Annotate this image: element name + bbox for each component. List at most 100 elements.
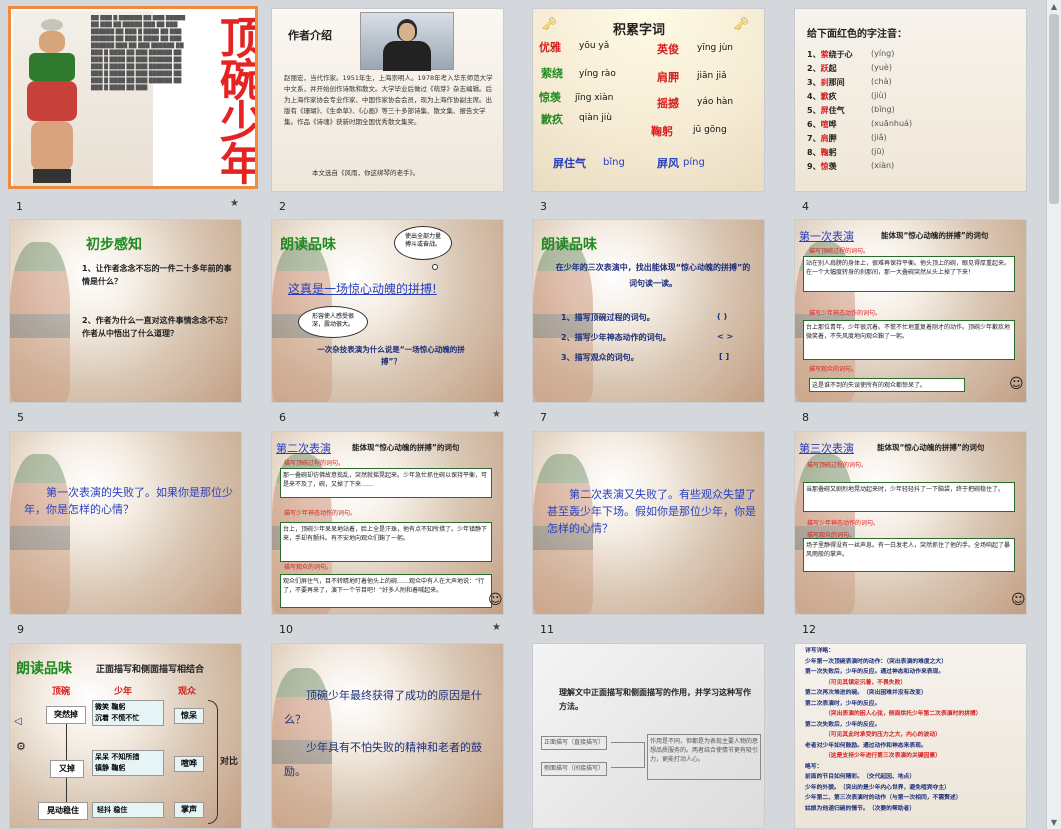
summary-line: 老者对少年如何鼓励。通过动作和神态来表现。 — [805, 742, 927, 749]
pinyin-item-n: 3、 — [807, 78, 821, 87]
slide-6-line: 这真是一场惊心动魄的拼搏! — [288, 282, 437, 296]
vocab-pinyin: yōu yǎ — [579, 41, 610, 51]
pinyin-item-r: 屏 — [820, 106, 829, 115]
flow-arrow — [66, 724, 67, 760]
flow-arrow — [66, 778, 67, 802]
slide-10-heading: 第二次表演 — [276, 442, 331, 455]
slide-14-question: 顶碗少年最终获得了成功的原因是什么？ — [284, 689, 482, 726]
slide-thumbnail-5[interactable]: 初步感知 1、让作者念念不忘的一件二十多年前的事情是什么？ 2、作者为什么一直对… — [9, 219, 242, 403]
summary-line: 少年的外貌。（突出的是少年内心世界，避免喧宾夺主） — [805, 784, 950, 791]
slide-number: 1 — [16, 200, 23, 213]
transition-star-icon[interactable]: ★ — [230, 198, 239, 209]
slide-12-heading: 第三次表演 — [799, 442, 854, 455]
vocab-pinyin: yīng jùn — [697, 43, 734, 53]
vertical-scrollbar[interactable]: ▲ ▼ — [1046, 0, 1061, 829]
slide-thumbnail-13[interactable]: 朗读品味 正面描写和侧面描写相结合 顶碗 少年 观众 ◁ ⚙ 突然掉 又掉 晃动… — [9, 643, 242, 829]
scroll-down-icon[interactable]: ▼ — [1049, 818, 1059, 827]
vocab-word: 英俊 — [657, 43, 679, 56]
slide-8-heading: 第一次表演 — [799, 230, 854, 243]
vocab-word: 摇撼 — [657, 97, 679, 110]
pinyin-item: 5、屏住气 (bǐng) — [807, 105, 1017, 119]
slide-number: 12 — [802, 623, 816, 636]
concept-box: 正面描写（直接描写） — [541, 736, 607, 750]
key-icon: 🗝 — [541, 17, 558, 32]
brace — [208, 700, 218, 824]
pinyin-item-n: 8、 — [807, 148, 821, 157]
pinyin-item-rest: 胛 — [828, 134, 837, 143]
author-photo — [360, 12, 454, 71]
column-header: 少年 — [114, 687, 133, 697]
slide-thumbnail-12[interactable]: 第三次表演 能体现“惊心动魄的拼搏”的词句 描写顶碗过程的词句。 当那叠碗又剧烈… — [794, 431, 1027, 615]
pinyin-item: 4、歉疚 (jiù) — [807, 91, 1017, 105]
pinyin-item-py: (xiàn) — [871, 161, 895, 170]
summary-line: （这是支持少年进行第三次表演的关键因素） — [825, 753, 941, 759]
slide-2-note: 本文选自《风雨，你这绑琴的老手》。 — [312, 169, 420, 177]
smiley-icon: ☺ — [488, 592, 503, 608]
gear-icon[interactable]: ⚙ — [16, 740, 26, 753]
slide-4-heading: 给下面红色的字注音： — [807, 29, 907, 40]
vocab-word: 肩胛 — [657, 71, 679, 84]
quote-box: 场子里静得没有一丝声息。有一白发老人，突然抓住了他的手。全场响起了暴风雨般的掌声… — [803, 538, 1015, 572]
vocab-word: 优雅 — [539, 41, 561, 54]
slide-thumbnail-3[interactable]: 🗝 🗝 积累字词 优雅 yōu yǎ 英俊 yīng jùn 萦绕 yíng r… — [532, 8, 765, 192]
slide-thumbnail-8[interactable]: 第一次表演 能体现“惊心动魄的拼搏”的词句 描写顶碗过程的词句。 站在别人肩膀的… — [794, 219, 1027, 403]
pinyin-item-r: 歉 — [820, 92, 829, 101]
vocab-pinyin: jīng xiàn — [575, 93, 614, 103]
vocab-word: 鞠躬 — [651, 125, 673, 138]
quote-box: 这是谁不到的失误使所有的观众都惊呆了。 — [809, 378, 965, 392]
slide-thumbnail-10[interactable]: 第二次表演 能体现“惊心动魄的拼搏”的词句 描写顶碗过程的词句。 那一叠碗却仿佛… — [271, 431, 504, 615]
slide-thumbnail-15[interactable]: 理解文中正面描写和侧面描写的作用，并学习这种写作方法。 正面描写（直接描写） 侧… — [532, 643, 765, 829]
slide-thumbnail-11[interactable]: 第二次表演又失败了。有些观众失望了甚至轰少年下场。假如你是那位少年，你是怎样的心… — [532, 431, 765, 615]
vocab-word: 萦绕 — [541, 67, 563, 80]
vocab-pinyin: yáo hàn — [697, 97, 734, 107]
slide-13-sub: 正面描写和侧面描写相结合 — [96, 665, 205, 675]
summary-line: 前面的节目如何精彩。（交代起因、地点） — [805, 774, 916, 780]
slide-8-sub: 能体现“惊心动魄的拼搏”的词句 — [881, 231, 989, 240]
slide-thumbnail-16[interactable]: 详写详略： 少年第一次顶碗表演时的动作：（突出表演的难度之大） 第一次失败后，少年的… — [794, 643, 1027, 829]
summary-line: 少年第一次顶碗表演时的动作：（突出表演的难度之大） — [805, 658, 948, 665]
vocab-word: 屏住气 — [553, 157, 586, 170]
pinyin-item-n: 5、 — [807, 106, 821, 115]
task-line: 2、描写少年神态动作的词句。 — [561, 333, 671, 342]
concept-box: 作用是不同，但都是为表现主要人物的思想品质服务的。两者结合使情节更有吸引力，更能… — [647, 734, 761, 780]
slide-thumbnail-7[interactable]: 朗读品味 在少年的三次表演中，找出能体现“惊心动魄的拼搏”的词句读一读。 1、描… — [532, 219, 765, 403]
summary-line: 第一次失败后，少年的反应。通过神态和动作来表现。 — [805, 669, 945, 675]
slide-thumbnail-1[interactable]: ██ ███ █ ██████ ██ ███ █████ ██ ███ ██ █… — [8, 6, 258, 189]
task-mark: < > — [717, 332, 734, 341]
vocab-pinyin: jū gōng — [693, 125, 727, 135]
slide-9-text: 第一次表演的失败了。如果你是那位少年，你是怎样的心情？ — [24, 486, 233, 516]
vocab-pinyin: yíng rào — [579, 69, 616, 79]
slide-sorter: ██ ███ █ ██████ ██ ███ █████ ██ ███ ██ █… — [0, 0, 1046, 829]
transition-star-icon[interactable]: ★ — [492, 409, 501, 420]
pinyin-item: 3、刹那间 (chà) — [807, 77, 1017, 91]
pinyin-item-rest: 绕于心 — [828, 50, 853, 59]
slide-thumbnail-14[interactable]: 顶碗少年最终获得了成功的原因是什么？ 少年具有不怕失败的精神和老者的鼓励。 — [271, 643, 504, 829]
slide-14-answer: 少年具有不怕失败的精神和老者的鼓励。 — [284, 741, 482, 778]
transition-star-icon[interactable]: ★ — [492, 622, 501, 633]
pinyin-item-py: (jiǎ) — [871, 133, 887, 142]
pinyin-item-r: 鞠 — [820, 148, 829, 157]
vocab-pinyin: bǐng — [603, 157, 625, 168]
smiley-icon: ☺ — [1011, 592, 1026, 608]
slide-thumbnail-2[interactable]: 作者介绍 赵丽宏，当代作家。1951年生，上海崇明人。1978年考入华东师范大学… — [271, 8, 504, 192]
pinyin-item: 9、惊羡 (xiàn) — [807, 161, 1017, 175]
slide-thumbnail-4[interactable]: 给下面红色的字注音： 1、萦绕于心 (yíng) 2、跃起 (yuè) 3、刹那间 (ch… — [794, 8, 1027, 192]
slide-thumbnail-9[interactable]: 第一次表演的失败了。如果你是那位少年，你是怎样的心情？ — [9, 431, 242, 615]
speaker-icon[interactable]: ◁ — [14, 716, 22, 727]
pinyin-item-rest: 哗 — [828, 120, 837, 129]
quote-box: 台上那位青年，少年很沉着。不慌不忙地重复着刚才的动作。顶碗少年歉疚地微笑着，不失… — [803, 320, 1015, 360]
slide-thumbnail-6[interactable]: 朗读品味 使出全部力量搏斗或奋战。 这真是一场惊心动魄的拼搏! 形容使人感受很深… — [271, 219, 504, 403]
scroll-up-icon[interactable]: ▲ — [1049, 2, 1059, 11]
summary-line: 姑娘为他递归碗的情节。（次要的帮助者） — [805, 805, 916, 812]
brace — [611, 742, 645, 768]
label-text: 描写顶碗过程的词句。 — [809, 248, 870, 255]
quote-box: 当那叠碗又剧烈地晃动起来时，少年轻轻抖了一下脑袋，终于把碗稳住了。 — [803, 482, 1015, 512]
pinyin-item: 6、喧哗 (xuānhuá) — [807, 119, 1017, 133]
slide-6-question: 一次杂技表演为什么说是“一场惊心动魄的拼搏”？ — [317, 345, 465, 366]
slide-12-sub: 能体现“惊心动魄的拼搏”的词句 — [877, 443, 985, 452]
vocab-pinyin: qiàn jiù — [579, 113, 612, 123]
label-text: 描写少年神态动作的词句。 — [807, 520, 880, 527]
pinyin-item: 8、鞠躬 (jū) — [807, 147, 1017, 161]
scrollbar-thumb[interactable] — [1049, 14, 1059, 204]
pinyin-item-py: (jū) — [871, 147, 885, 156]
